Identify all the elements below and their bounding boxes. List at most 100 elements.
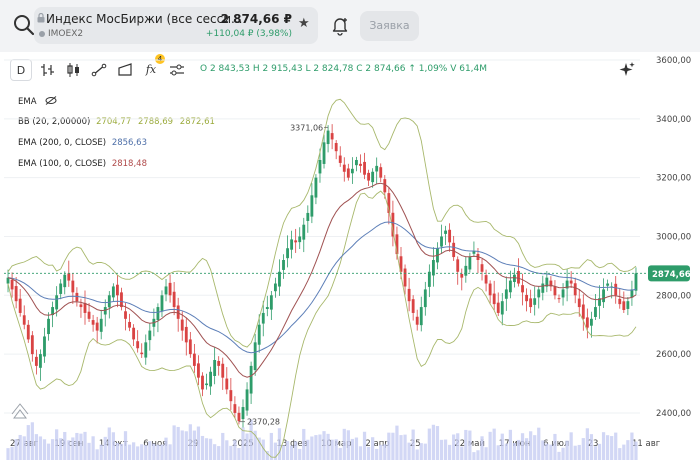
candle-body [500,301,504,315]
volume-bar [107,427,111,460]
candle-body [107,295,111,308]
candle-body [91,320,95,325]
volume-bar [46,443,51,460]
volume-bar [91,436,95,460]
candle-body [423,289,427,308]
volume-bar [488,431,492,460]
candle-body [577,298,581,308]
y-tick-label: 2600,00 [656,350,691,360]
candle-body [225,378,229,390]
candle-body [269,295,273,310]
candle-body [557,298,561,300]
volume-bar [26,425,30,460]
lock-icon [37,13,45,23]
volume-bar [622,444,626,460]
candle-body [22,315,26,325]
volume-bar [310,436,314,460]
y-tick-label: 3400,00 [656,115,691,125]
volume-bar [500,433,504,460]
volume-bar [601,432,606,460]
volume-bar [277,428,282,460]
candle-body [217,360,221,366]
volume-bar [314,435,318,460]
volume-bar [196,426,201,460]
candle-body [371,171,375,183]
candle-body [589,318,593,326]
instrument-name: Индекс МосБиржи (все сесси... [46,12,243,26]
candle-body [286,248,289,259]
volume-bar [115,442,120,460]
candle-body [594,307,597,318]
candle-body [383,179,387,193]
volume-bar [561,447,565,460]
y-tick-label: 3600,00 [656,56,691,66]
y-tick-label: 3200,00 [656,174,691,184]
low-annotation-label: 2370,28 [247,418,280,427]
volume-bar [407,442,411,460]
volume-bar [160,444,164,460]
candle-body [330,133,334,140]
volume-bar [10,446,14,460]
scale-icon [11,403,29,419]
candle-body [614,283,618,296]
candle-body [444,230,447,234]
candle-body [602,289,605,303]
candle-body [379,167,383,178]
candle-body [192,353,196,366]
candle-body [205,383,208,386]
volume-bar [67,440,71,460]
volume-bar [245,433,249,460]
candle-body [156,307,160,321]
volume-bar [626,440,630,460]
candle-body [359,163,362,166]
candle-body [253,342,257,371]
last-price-label: 2874,66 [652,270,691,280]
volume-bar [294,441,298,460]
volume-bar [140,444,144,460]
volume-bar [350,438,355,460]
candle-body [71,280,75,293]
candle-body [233,404,237,413]
volume-bar [168,444,172,460]
candle-body [245,389,249,411]
volume-bar [472,452,476,460]
volume-bar [83,431,87,460]
candle-body [39,354,42,368]
candle-body [176,305,180,319]
candle-body [132,327,136,340]
candle-body [184,326,188,343]
volume-bar [30,422,34,460]
candle-body [18,298,22,313]
candle-body [529,298,533,308]
volume-bar [50,439,55,460]
favorite-star-icon[interactable]: ★ [298,16,310,31]
volume-bar [375,448,379,460]
y-tick-label: 3000,00 [656,232,691,242]
alert-bell-button[interactable] [330,14,350,40]
candle-body [355,160,358,166]
candle-body [302,224,306,240]
volume-bar [99,444,103,460]
candle-body [128,321,131,328]
candle-body [6,277,10,284]
order-button[interactable]: Заявка [360,11,419,41]
price-chart[interactable]: 3600,00 3400,00 3200,00 3000,00 2800,00 2600,… [0,52,700,460]
candle-body [573,283,577,296]
candle-body [111,286,115,298]
volume-bar [18,434,22,460]
volume-bar [634,441,638,460]
volume-bar [581,438,585,460]
candle-body [79,304,83,308]
candle-body [115,284,119,296]
candle-body [14,286,18,302]
candle-body [273,283,277,292]
candle-body [346,168,350,178]
instrument-selector[interactable]: Индекс МосБиржи (все сесси... 2 874,66 ₽… [34,7,318,44]
candle-body [10,279,14,290]
candle-body [585,317,589,328]
candle-body [521,285,524,293]
volume-bar [119,443,124,460]
volume-bar [468,430,472,460]
volume-bar [111,432,115,460]
volume-bar [492,428,496,460]
